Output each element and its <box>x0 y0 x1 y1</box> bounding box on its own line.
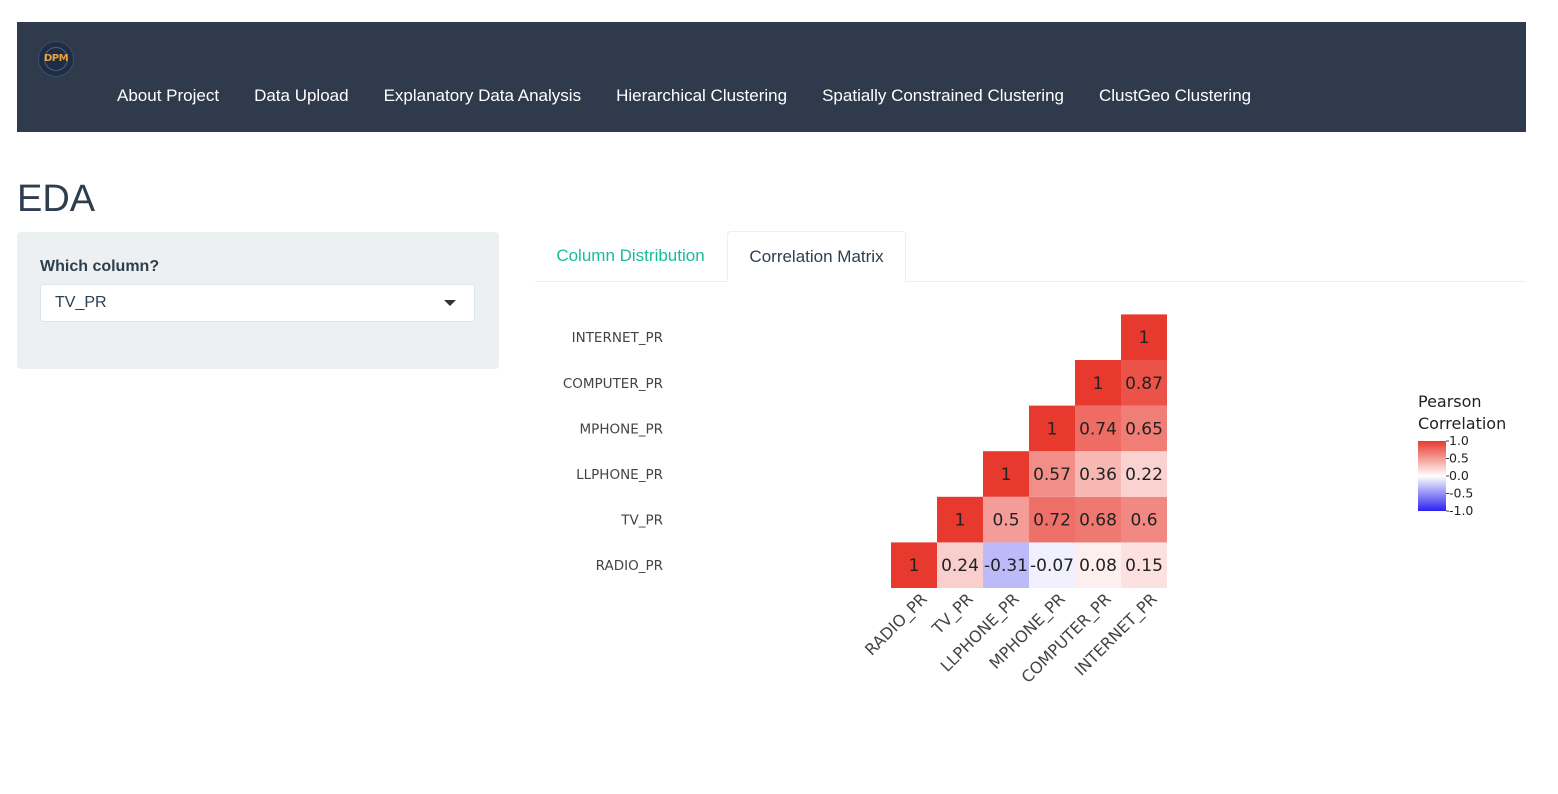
heatmap-cell: 0.36 <box>1075 451 1121 497</box>
colorbar-tick-label: -1.0 <box>1449 503 1473 518</box>
colorbar-tick-label: 1.0 <box>1449 433 1469 448</box>
page-title: EDA <box>17 178 96 220</box>
heatmap-cell: 0.15 <box>1121 542 1167 588</box>
column-select[interactable]: TV_PR <box>40 284 475 322</box>
nav-explanatory-data-analysis[interactable]: Explanatory Data Analysis <box>384 86 582 106</box>
heatmap-cell-value: 0.22 <box>1125 465 1163 485</box>
heatmap-cell: 1 <box>983 451 1029 497</box>
heatmap-cell-value: 0.72 <box>1033 511 1071 531</box>
heatmap-cell-value: 0.24 <box>941 556 979 576</box>
heatmap-cell: 0.68 <box>1075 496 1121 543</box>
app-logo[interactable]: DPM <box>38 41 74 77</box>
heatmap-cell: 0.74 <box>1075 405 1121 452</box>
nav-data-upload[interactable]: Data Upload <box>254 86 349 106</box>
nav-clustgeo-clustering[interactable]: ClustGeo Clustering <box>1099 86 1251 106</box>
tab-bar: Column Distribution Correlation Matrix <box>535 231 1526 282</box>
y-tick-label: RADIO_PR <box>596 558 663 574</box>
heatmap-cell: 0.08 <box>1075 542 1121 588</box>
heatmap-cell-value: 0.08 <box>1079 556 1117 576</box>
heatmap-cell: 0.5 <box>983 496 1029 543</box>
colorbar-tick-label: -0.5 <box>1449 486 1473 501</box>
navbar: DPM About Project Data Upload Explanator… <box>17 22 1526 132</box>
heatmap-cell: -0.31 <box>983 542 1029 588</box>
y-tick-label: INTERNET_PR <box>572 330 663 346</box>
heatmap-cell-value: 1 <box>909 556 920 576</box>
colorbar <box>1418 441 1446 511</box>
heatmap-cell: 1 <box>891 542 937 588</box>
heatmap-cell-value: 1 <box>1139 328 1150 348</box>
heatmap-cell-value: 0.36 <box>1079 465 1117 485</box>
tab-column-distribution[interactable]: Column Distribution <box>535 231 726 281</box>
heatmap-cell-value: 0.5 <box>992 511 1019 531</box>
y-tick-label: LLPHONE_PR <box>576 467 663 483</box>
logo-text: DPM <box>43 53 69 64</box>
heatmap-cell-value: 0.15 <box>1125 556 1163 576</box>
heatmap-cell-value: 0.87 <box>1125 374 1163 394</box>
nav-spatially-constrained-clustering[interactable]: Spatially Constrained Clustering <box>822 86 1064 106</box>
colorbar-title-line1: Pearson <box>1418 392 1482 411</box>
heatmap-cell: 0.24 <box>937 542 983 588</box>
heatmap-cell: 1 <box>1121 314 1167 360</box>
heatmap-cell-value: 0.68 <box>1079 511 1117 531</box>
column-select-label: Which column? <box>40 258 160 275</box>
x-tick-label: INTERNET_PR <box>1071 589 1162 680</box>
heatmap-cell: 0.72 <box>1029 496 1075 543</box>
heatmap-cell-value: 0.74 <box>1079 419 1117 439</box>
nav-links: About Project Data Upload Explanatory Da… <box>117 86 1286 106</box>
sidebar-panel: Which column? TV_PR <box>17 232 499 369</box>
heatmap-cell-value: -0.07 <box>1030 556 1074 576</box>
heatmap-cell-value: 1 <box>1093 374 1104 394</box>
heatmap-cell: 0.57 <box>1029 451 1075 497</box>
heatmap-cell-value: -0.31 <box>984 556 1028 576</box>
nav-about-project[interactable]: About Project <box>117 86 219 106</box>
heatmap-cell: 1 <box>937 496 983 543</box>
y-tick-label: MPHONE_PR <box>580 421 663 437</box>
tab-correlation-matrix[interactable]: Correlation Matrix <box>727 231 906 282</box>
heatmap-cell-value: 1 <box>955 511 966 531</box>
heatmap-cell-value: 0.57 <box>1033 465 1071 485</box>
heatmap-cell: 0.6 <box>1121 496 1167 543</box>
heatmap-cell-value: 0.65 <box>1125 419 1163 439</box>
heatmap-cell: 0.87 <box>1121 360 1167 406</box>
heatmap-cell: 1 <box>1075 360 1121 406</box>
heatmap-cell: -0.07 <box>1029 542 1075 588</box>
heatmap-cell-value: 1 <box>1047 419 1058 439</box>
x-tick-label: RADIO_PR <box>861 589 932 660</box>
heatmap-cell-value: 0.6 <box>1130 511 1157 531</box>
chevron-down-icon[interactable] <box>444 300 456 306</box>
heatmap-cell: 1 <box>1029 405 1075 452</box>
heatmap-cell-value: 1 <box>1001 465 1012 485</box>
y-tick-label: TV_PR <box>620 513 663 529</box>
correlation-heatmap: 1 0.24 1 -0.31 0.5 1 -0.07 0.72 0.57 1 0.08 0.68 0.3… <box>563 314 1506 687</box>
nav-hierarchical-clustering[interactable]: Hierarchical Clustering <box>616 86 787 106</box>
colorbar-tick-label: 0.5 <box>1449 451 1469 466</box>
colorbar-title-line2: Correlation <box>1418 414 1506 433</box>
y-tick-label: COMPUTER_PR <box>563 376 663 392</box>
heatmap-cell: 0.65 <box>1121 405 1167 452</box>
colorbar-tick-label: 0.0 <box>1449 468 1469 483</box>
column-select-value: TV_PR <box>55 294 107 311</box>
heatmap-cell: 0.22 <box>1121 451 1167 497</box>
